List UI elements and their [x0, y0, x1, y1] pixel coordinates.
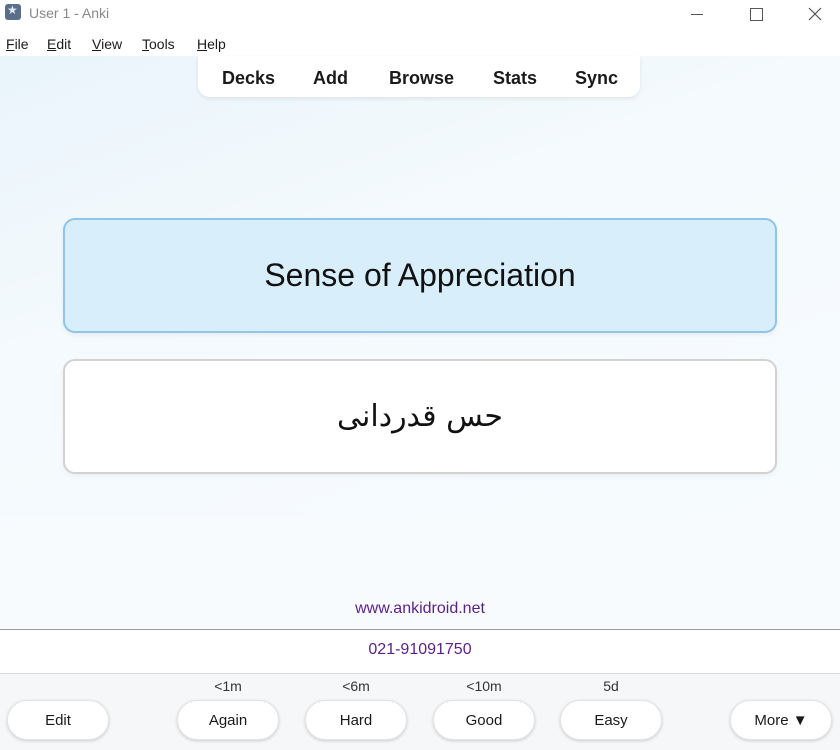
- reviewer-area: Decks Add Browse Stats Sync Sense of App…: [0, 56, 840, 516]
- toolbar-browse[interactable]: Browse: [389, 68, 454, 89]
- good-interval: <10m: [466, 678, 502, 694]
- menu-tools[interactable]: Tools: [142, 36, 175, 52]
- phone-number: 021-91091750: [368, 641, 472, 658]
- maximize-button[interactable]: [733, 0, 779, 28]
- answer-bar: [0, 674, 840, 750]
- toolbar-decks[interactable]: Decks: [222, 68, 275, 89]
- card-back: حس قدردانی: [63, 359, 777, 474]
- hard-interval: <6m: [342, 678, 370, 694]
- minimize-button[interactable]: [674, 0, 720, 28]
- anki-star-icon: [5, 3, 21, 20]
- top-toolbar: Decks Add Browse Stats Sync: [198, 56, 640, 97]
- toolbar-stats[interactable]: Stats: [493, 68, 537, 89]
- card-front-text: Sense of Appreciation: [264, 257, 576, 293]
- menu-view[interactable]: View: [92, 36, 122, 52]
- edit-button[interactable]: Edit: [7, 700, 109, 740]
- easy-interval: 5d: [603, 678, 619, 694]
- close-icon: [808, 7, 822, 21]
- hard-button[interactable]: Hard: [305, 700, 407, 740]
- toolbar-add[interactable]: Add: [313, 68, 348, 89]
- window-title: User 1 - Anki: [29, 5, 110, 21]
- minimize-icon: [691, 13, 703, 15]
- close-button[interactable]: [792, 0, 838, 28]
- title-bar: User 1 - Anki: [0, 0, 840, 28]
- menu-edit[interactable]: Edit: [47, 36, 71, 52]
- more-button[interactable]: More ▼: [730, 700, 832, 740]
- easy-button[interactable]: Easy: [560, 700, 662, 740]
- card-front: Sense of Appreciation: [63, 218, 777, 333]
- again-interval: <1m: [214, 678, 242, 694]
- menu-bar: File Edit View Tools Help: [0, 32, 840, 54]
- card-back-text: حس قدردانی: [337, 399, 503, 434]
- again-button[interactable]: Again: [177, 700, 279, 740]
- website-link[interactable]: www.ankidroid.net: [0, 600, 840, 618]
- menu-file[interactable]: File: [6, 36, 29, 52]
- maximize-icon: [749, 7, 763, 21]
- good-button[interactable]: Good: [433, 700, 535, 740]
- menu-help[interactable]: Help: [197, 36, 226, 52]
- toolbar-sync[interactable]: Sync: [575, 68, 618, 89]
